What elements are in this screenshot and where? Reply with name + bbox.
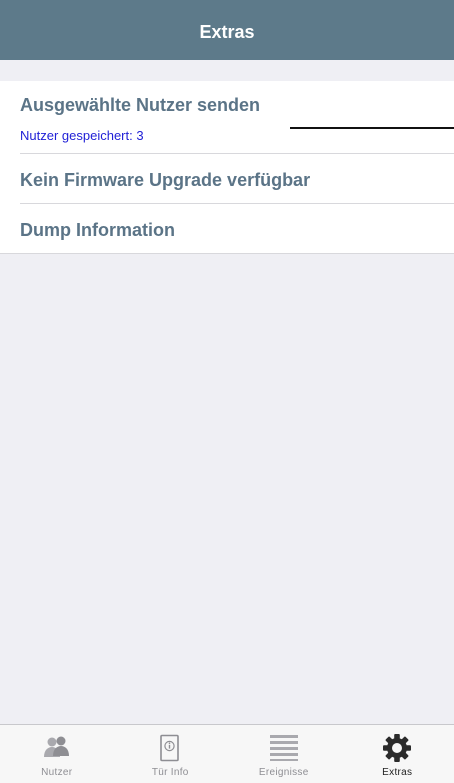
tab-label: Extras xyxy=(382,767,413,778)
menu-bottom-border xyxy=(0,253,454,254)
tab-extras[interactable]: Extras xyxy=(341,725,454,783)
firmware-upgrade-label: Kein Firmware Upgrade verfügbar xyxy=(20,170,311,190)
events-list-icon xyxy=(268,732,300,764)
divider-line xyxy=(290,127,454,129)
app-screen: Extras Ausgewählte Nutzer senden Nutzer … xyxy=(0,0,454,783)
dump-information-item[interactable]: Dump Information xyxy=(0,204,454,253)
tab-label: Tür Info xyxy=(151,767,189,778)
tab-bar: Nutzer Tür Info Ereignisse Extras xyxy=(0,724,454,783)
dump-information-label: Dump Information xyxy=(20,220,175,240)
send-selected-users-label: Ausgewählte Nutzer senden xyxy=(20,95,261,115)
navigation-bar: Extras xyxy=(0,0,454,60)
tab-label: Ereignisse xyxy=(258,767,309,778)
firmware-upgrade-item[interactable]: Kein Firmware Upgrade verfügbar xyxy=(0,154,454,203)
page-title: Extras xyxy=(199,21,255,42)
door-info-icon xyxy=(154,732,186,764)
gear-icon xyxy=(381,732,413,764)
users-icon xyxy=(41,732,73,764)
tab-ereignisse[interactable]: Ereignisse xyxy=(227,725,341,783)
tab-tuer-info[interactable]: Tür Info xyxy=(114,725,228,783)
send-selected-users-item[interactable]: Ausgewählte Nutzer senden Nutzer gespeic… xyxy=(0,81,454,153)
saved-users-count: Nutzer gespeichert: 3 xyxy=(20,128,144,143)
tab-label: Nutzer xyxy=(41,767,73,778)
extras-menu: Ausgewählte Nutzer senden Nutzer gespeic… xyxy=(0,81,454,254)
tab-nutzer[interactable]: Nutzer xyxy=(0,725,114,783)
